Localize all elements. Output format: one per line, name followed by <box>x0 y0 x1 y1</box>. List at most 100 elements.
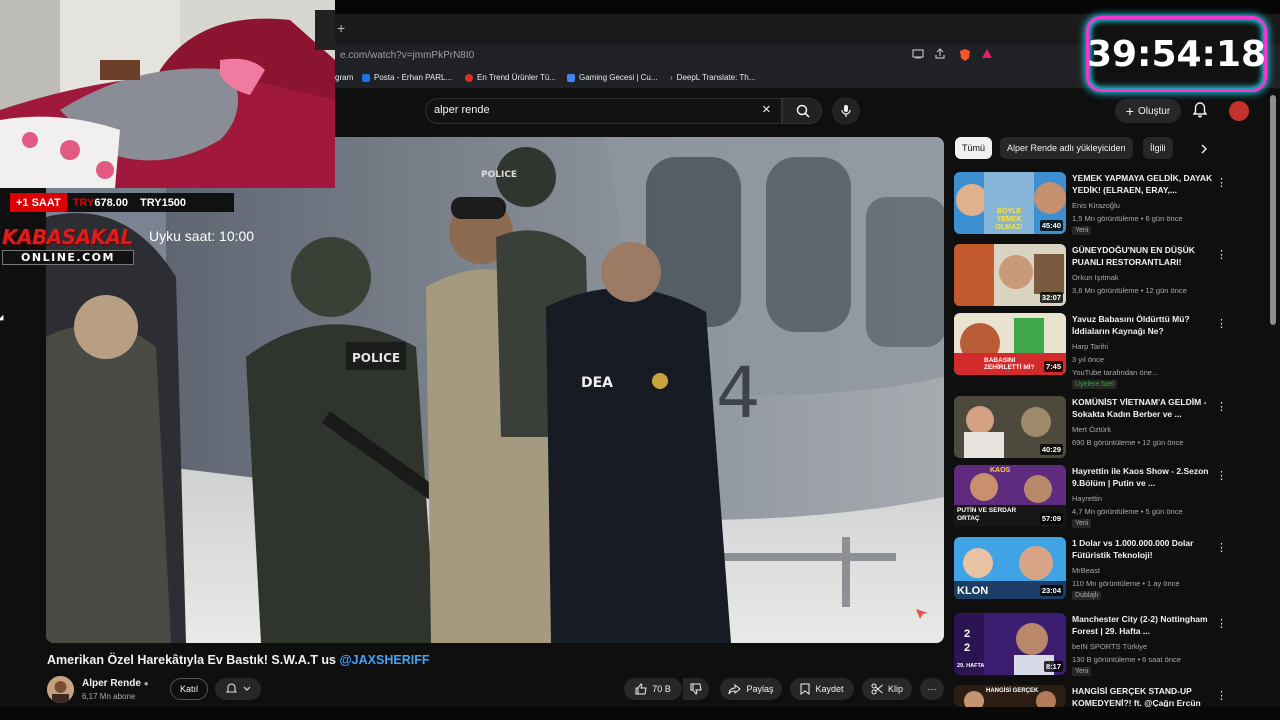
more-vertical-icon[interactable]: ⋮ <box>1216 469 1227 482</box>
channel-name-text: Alper Rende <box>82 678 141 689</box>
create-label: Oluştur <box>1137 105 1171 117</box>
search-icon <box>796 104 810 118</box>
video-title[interactable]: Manchester City (2-2) Nottingham Forest … <box>1072 613 1214 637</box>
video-duration: 32:07 <box>1039 292 1063 303</box>
video-thumbnail[interactable]: BÖYLE YEMEK OLMAZ! 45:40 <box>954 172 1066 234</box>
more-vertical-icon[interactable]: ⋮ <box>1216 689 1227 702</box>
bookmark-deepl[interactable]: › DeepL Translate: Th... <box>670 73 755 82</box>
channel-avatar[interactable] <box>47 676 74 703</box>
bottom-strip <box>0 707 1280 720</box>
channel-name[interactable]: MrBeast <box>1072 566 1100 575</box>
cast-icon[interactable] <box>910 48 926 62</box>
url-text[interactable]: e.com/watch?v=jmmPkPrN8I0 <box>340 50 474 61</box>
ticker-highlight: +1 SAAT <box>10 193 67 212</box>
more-vertical-icon[interactable]: ⋮ <box>1216 248 1227 261</box>
recommendation-item[interactable]: 40:29 KOMÜNİST VİETNAM'A GELDİM - Sokakt… <box>954 396 1254 460</box>
share-label: Paylaş <box>746 684 774 694</box>
recommendation-item[interactable]: HANGİSİ GERÇEK HANGİSİ GERÇEK STAND-UP K… <box>954 685 1254 707</box>
video-thumbnail[interactable]: KLON 23:04 <box>954 537 1066 599</box>
channel-name[interactable]: Mert Öztürk <box>1072 425 1111 434</box>
rewards-icon[interactable] <box>979 48 995 63</box>
video-title[interactable]: YEMEK YAPMAYA GELDİK, DAYAK YEDİK! (ELRA… <box>1072 172 1214 196</box>
channel-name[interactable]: Orkun Işıtmak <box>1072 273 1119 282</box>
brave-shield-icon[interactable] <box>957 48 973 65</box>
video-thumbnail[interactable]: KAOS PUTİN VE SERDAR ORTAÇ 57:09 <box>954 465 1066 527</box>
save-button[interactable]: Kaydet <box>790 678 854 700</box>
more-vertical-icon[interactable]: ⋮ <box>1216 400 1227 413</box>
new-badge: Yeni <box>1072 519 1092 528</box>
more-vertical-icon[interactable]: ⋮ <box>1216 617 1227 630</box>
video-title[interactable]: Yavuz Babasını Öldürttü Mü? İddiaların K… <box>1072 313 1214 337</box>
view-meta: 3,6 Mn görüntüleme • 12 gün önce <box>1072 286 1187 295</box>
video-thumbnail[interactable]: HANGİSİ GERÇEK <box>954 685 1066 707</box>
create-button[interactable]: + Oluştur <box>1115 99 1181 123</box>
bookmark-mail[interactable]: Posta - Erhan PARL... <box>362 73 452 82</box>
notifications-icon[interactable] <box>1192 102 1208 123</box>
video-thumbnail[interactable]: 40:29 <box>954 396 1066 458</box>
more-vertical-icon[interactable]: ⋮ <box>1216 176 1227 189</box>
bookmark-label: DeepL Translate: Th... <box>676 73 756 82</box>
thumbnail-caption: BÖYLE YEMEK OLMAZ! <box>995 208 1023 231</box>
channel-name[interactable]: Hayrettin <box>1072 494 1102 503</box>
voice-search-button[interactable] <box>832 97 860 125</box>
search-input[interactable]: alper rende <box>434 104 490 116</box>
video-duration: 57:09 <box>1039 513 1063 524</box>
video-title[interactable]: GÜNEYDOĞU'NUN EN DÜŞÜK PUANLI RESTORANTL… <box>1072 244 1214 268</box>
video-title[interactable]: HANGİSİ GERÇEK STAND-UP KOMEDYENİ?! ft. … <box>1072 685 1214 707</box>
mention-link[interactable]: @JAXSHERIFF <box>339 653 429 667</box>
share-button[interactable]: Paylaş <box>720 678 782 700</box>
bookmark-gaming[interactable]: Gaming Gecesi | Cu... <box>567 73 658 82</box>
chip-all[interactable]: Tümü <box>955 137 993 159</box>
scrollbar-thumb[interactable] <box>1270 95 1276 325</box>
bell-icon <box>225 683 237 693</box>
bookmark-label: gram <box>335 73 354 82</box>
like-button[interactable]: 70 B <box>624 678 682 700</box>
chevron-right-icon[interactable] <box>1200 143 1208 157</box>
video-thumbnail[interactable]: 2 2 29. HAFTA 8:17 <box>954 613 1066 675</box>
chip-related[interactable]: İlgili <box>1143 137 1173 159</box>
account-avatar[interactable] <box>1229 101 1249 121</box>
recommendation-item[interactable]: KLON 23:04 1 Dolar vs 1.000.000.000 Dola… <box>954 537 1254 601</box>
video-player[interactable]: 4 POLICE POLICE DEA <box>46 137 944 643</box>
thumbnail-caption: HANGİSİ GERÇEK <box>986 688 1039 694</box>
more-vertical-icon[interactable]: ⋮ <box>1216 317 1227 330</box>
join-button[interactable]: Katıl <box>170 678 208 700</box>
subscription-bell-button[interactable] <box>215 678 261 700</box>
new-badge: Yeni <box>1072 226 1092 235</box>
video-title[interactable]: KOMÜNİST VİETNAM'A GELDİM - Sokakta Kadı… <box>1072 396 1214 420</box>
new-tab-button[interactable]: + <box>337 20 345 36</box>
bookmark-trendyol[interactable]: En Trend Ürünler Tü... <box>465 73 556 82</box>
police-label-1: POLICE <box>352 351 400 365</box>
chip-from-uploader[interactable]: Alper Rende adlı yükleyiciden <box>1000 137 1133 159</box>
view-meta: 1,5 Mn görüntüleme • 6 gün önce <box>1072 214 1183 223</box>
channel-name[interactable]: Harp Tarihi <box>1072 342 1108 351</box>
recommendation-item[interactable]: 2 2 29. HAFTA 8:17 Manchester City (2-2)… <box>954 613 1254 677</box>
video-thumbnail[interactable]: BABASINI ZEHİRLETTİ Mİ? 7:45 <box>954 313 1066 375</box>
video-title[interactable]: Hayrettin ile Kaos Show - 2.Sezon 9.Bölü… <box>1072 465 1214 489</box>
store-icon <box>465 73 473 82</box>
thumbnail-caption-2: 29. HAFTA <box>957 663 985 669</box>
bookmark-instagram[interactable]: gram <box>335 73 353 82</box>
view-meta: 3 yıl önce <box>1072 355 1105 364</box>
recommendation-item[interactable]: BÖYLE YEMEK OLMAZ! 45:40 YEMEK YAPMAYA G… <box>954 172 1254 236</box>
clear-search-icon[interactable]: × <box>762 101 771 118</box>
dislike-button[interactable] <box>683 678 709 700</box>
video-thumbnail[interactable]: 32:07 <box>954 244 1066 306</box>
recommendation-item[interactable]: 32:07 GÜNEYDOĞU'NUN EN DÜŞÜK PUANLI REST… <box>954 244 1254 308</box>
channel-name[interactable]: beIN SPORTS Türkiye <box>1072 642 1147 651</box>
channel-name[interactable]: Alper Rende ● <box>82 678 149 689</box>
deepl-icon: › <box>670 73 673 82</box>
more-vertical-icon[interactable]: ⋮ <box>1216 541 1227 554</box>
video-title[interactable]: 1 Dolar vs 1.000.000.000 Dolar Fütüristi… <box>1072 537 1214 561</box>
share-page-icon[interactable] <box>932 48 948 63</box>
join-label: Katıl <box>179 684 198 694</box>
recommendation-item[interactable]: KAOS PUTİN VE SERDAR ORTAÇ 57:09 Hayrett… <box>954 465 1254 529</box>
thumbnail-caption-2: KAOS <box>990 467 1011 474</box>
chip-label: İlgili <box>1150 143 1166 153</box>
more-actions-button[interactable]: ⋯ <box>920 678 944 700</box>
clip-button[interactable]: Klip <box>862 678 912 700</box>
channel-name[interactable]: Enis Kirazoğlu <box>1072 201 1120 210</box>
search-button[interactable] <box>782 98 822 124</box>
recommendation-item[interactable]: BABASINI ZEHİRLETTİ Mİ? 7:45 Yavuz Babas… <box>954 313 1254 389</box>
save-label: Kaydet <box>815 684 844 694</box>
